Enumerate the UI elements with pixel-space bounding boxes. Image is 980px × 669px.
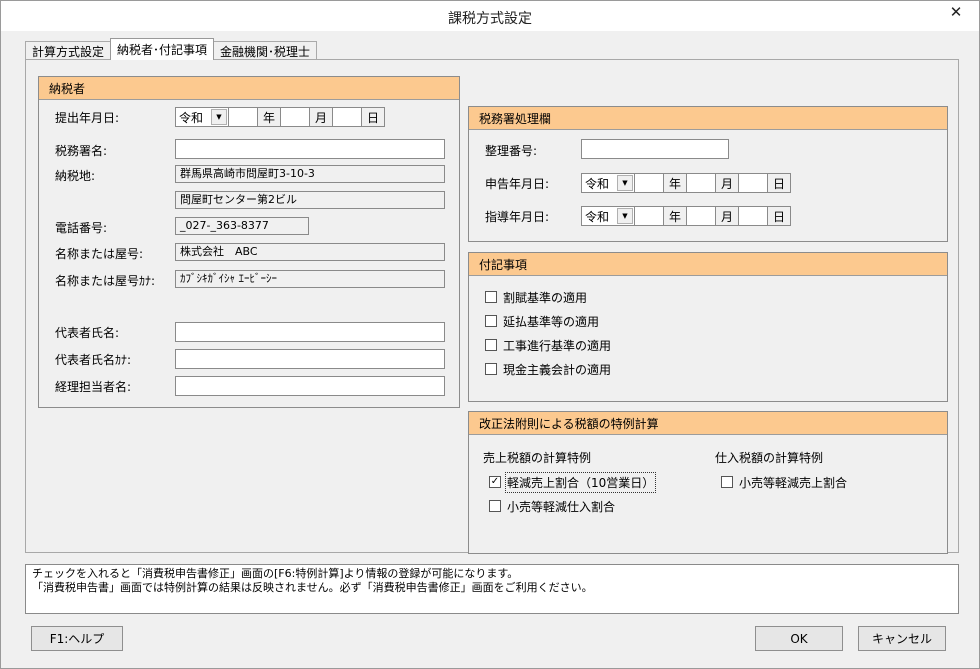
report-date-label: 申告年月日: (485, 177, 550, 191)
taxpayer-group: 納税者 提出年月日: 令和 ▼ 年 月 日 税務署名: 納税地: 群馬県高崎市問屋… (38, 76, 460, 408)
report-day-unit: 日 (767, 173, 791, 193)
notes-header: 付記事項 (469, 253, 947, 276)
notes-item-label: 割賦基準の適用 (503, 290, 588, 305)
purchase-tax-title: 仕入税額の計算特例 (715, 451, 824, 465)
checkbox-icon[interactable] (721, 476, 733, 488)
report-year-unit: 年 (663, 173, 687, 193)
tab-bar: 計算方式設定 納税者･付記事項 金融機関･税理士 (25, 38, 318, 60)
chevron-down-icon: ▼ (617, 208, 633, 224)
info-message-line1: チェックを入れると「消費税申告書修正」画面の[F6:特例計算]より情報の登録が可… (32, 567, 519, 580)
address-line1-field: 群馬県高崎市問屋町3-10-3 (175, 165, 445, 183)
submit-date: 令和 ▼ 年 月 日 (175, 107, 385, 127)
tax-office-group: 税務署処理欄 整理番号: 申告年月日: 令和 ▼ 年 月 日 指導年月日: 令和 ▼… (468, 106, 948, 242)
close-icon: ✕ (949, 3, 963, 21)
chevron-down-icon: ▼ (211, 109, 227, 125)
name-label: 名称または屋号: (55, 247, 144, 261)
guidance-era-select[interactable]: 令和 ▼ (581, 206, 635, 226)
window-title: 課税方式設定 (448, 11, 532, 27)
representative-kana-input[interactable] (175, 349, 445, 369)
special-calc-group: 改正法附則による税額の特例計算 売上税額の計算特例 仕入税額の計算特例 ✓ 軽減… (468, 411, 948, 554)
chevron-down-icon: ▼ (617, 175, 633, 191)
notes-item-label: 現金主義会計の適用 (503, 362, 612, 377)
guidance-month-input[interactable] (686, 206, 716, 226)
reference-number-input[interactable] (581, 139, 729, 159)
submit-year-unit: 年 (257, 107, 281, 127)
address-label: 納税地: (55, 169, 96, 183)
representative-input[interactable] (175, 322, 445, 342)
submit-era-value: 令和 (179, 110, 204, 125)
report-era-value: 令和 (585, 176, 610, 191)
checkbox-icon[interactable] (489, 500, 501, 512)
sales-tax-title: 売上税額の計算特例 (483, 451, 592, 465)
representative-kana-label: 代表者氏名ｶﾅ: (55, 353, 132, 367)
checkbox-icon[interactable] (485, 315, 497, 327)
report-date: 令和 ▼ 年 月 日 (581, 173, 791, 193)
notes-item-label: 工事進行基準の適用 (503, 338, 612, 353)
info-message: チェックを入れると「消費税申告書修正」画面の[F6:特例計算]より情報の登録が可… (25, 564, 959, 614)
report-month-input[interactable] (686, 173, 716, 193)
guidance-year-input[interactable] (634, 206, 664, 226)
info-message-line2: 「消費税申告書」画面では特例計算の結果は反映されません。必ず「消費税申告書修正」… (32, 581, 593, 594)
submit-era-select[interactable]: 令和 ▼ (175, 107, 229, 127)
submit-year-input[interactable] (228, 107, 258, 127)
sales-item-label: 軽減売上割合（10営業日） (504, 471, 657, 493)
purchase-item-retail-sales[interactable]: 小売等軽減売上割合 (721, 473, 847, 491)
office-name-label: 税務署名: (55, 144, 108, 158)
dialog-body: 計算方式設定 納税者･付記事項 金融機関･税理士 納税者 提出年月日: 令和 ▼ … (0, 31, 980, 669)
ok-button[interactable]: OK (755, 626, 843, 651)
notes-item-label: 延払基準等の適用 (503, 314, 600, 329)
tab-panel: 納税者 提出年月日: 令和 ▼ 年 月 日 税務署名: 納税地: 群馬県高崎市問屋… (25, 59, 959, 554)
checkbox-icon[interactable] (485, 339, 497, 351)
guidance-day-unit: 日 (767, 206, 791, 226)
checkbox-icon[interactable] (485, 363, 497, 375)
sales-item-reduced-ratio[interactable]: ✓ 軽減売上割合（10営業日） (489, 471, 657, 493)
address-line2-field: 問屋町センター第2ビル (175, 191, 445, 209)
special-calc-header: 改正法附則による税額の特例計算 (469, 412, 947, 435)
report-year-input[interactable] (634, 173, 664, 193)
tab-calculation-method[interactable]: 計算方式設定 (25, 41, 112, 60)
submit-month-input[interactable] (280, 107, 310, 127)
sales-item-retail-purchase[interactable]: 小売等軽減仕入割合 (489, 497, 615, 515)
accountant-label: 経理担当者名: (55, 380, 132, 394)
notes-item-deferred[interactable]: 延払基準等の適用 (485, 312, 599, 330)
cancel-button[interactable]: キャンセル (858, 626, 946, 651)
guidance-day-input[interactable] (738, 206, 768, 226)
name-field: 株式会社 ABC (175, 243, 445, 261)
report-month-unit: 月 (715, 173, 739, 193)
submit-month-unit: 月 (309, 107, 333, 127)
guidance-month-unit: 月 (715, 206, 739, 226)
taxpayer-header: 納税者 (39, 77, 459, 100)
office-name-input[interactable] (175, 139, 445, 159)
submit-day-unit: 日 (361, 107, 385, 127)
notes-item-cash[interactable]: 現金主義会計の適用 (485, 360, 611, 378)
representative-label: 代表者氏名: (55, 326, 120, 340)
tax-office-header: 税務署処理欄 (469, 107, 947, 130)
tab-taxpayer-notes[interactable]: 納税者･付記事項 (110, 38, 215, 60)
submit-date-label: 提出年月日: (55, 111, 120, 125)
name-kana-label: 名称または屋号ｶﾅ: (55, 274, 156, 288)
accountant-input[interactable] (175, 376, 445, 396)
phone-field: _027-_363-8377 (175, 217, 309, 235)
guidance-era-value: 令和 (585, 209, 610, 224)
report-era-select[interactable]: 令和 ▼ (581, 173, 635, 193)
name-kana-field: ｶﾌﾞｼｷｶﾞｲｼｬ ｴｰﾋﾞｰｼｰ (175, 270, 445, 288)
reference-number-label: 整理番号: (485, 144, 538, 158)
close-button[interactable]: ✕ (941, 2, 971, 22)
notes-group: 付記事項 割賦基準の適用 延払基準等の適用 工事進行基準の適用 現金主義会計の適… (468, 252, 948, 402)
title-bar: 課税方式設定 ✕ (0, 0, 980, 31)
help-button[interactable]: F1:ヘルプ (31, 626, 123, 651)
notes-item-percentage[interactable]: 工事進行基準の適用 (485, 336, 611, 354)
guidance-date-label: 指導年月日: (485, 210, 550, 224)
submit-day-input[interactable] (332, 107, 362, 127)
purchase-item-label: 小売等軽減売上割合 (739, 475, 848, 490)
sales-item-label: 小売等軽減仕入割合 (507, 499, 616, 514)
guidance-year-unit: 年 (663, 206, 687, 226)
notes-item-installment[interactable]: 割賦基準の適用 (485, 288, 587, 306)
phone-label: 電話番号: (55, 221, 108, 235)
checkbox-icon[interactable]: ✓ (489, 476, 501, 488)
checkbox-icon[interactable] (485, 291, 497, 303)
report-day-input[interactable] (738, 173, 768, 193)
guidance-date: 令和 ▼ 年 月 日 (581, 206, 791, 226)
tab-bank-accountant[interactable]: 金融機関･税理士 (213, 41, 318, 60)
